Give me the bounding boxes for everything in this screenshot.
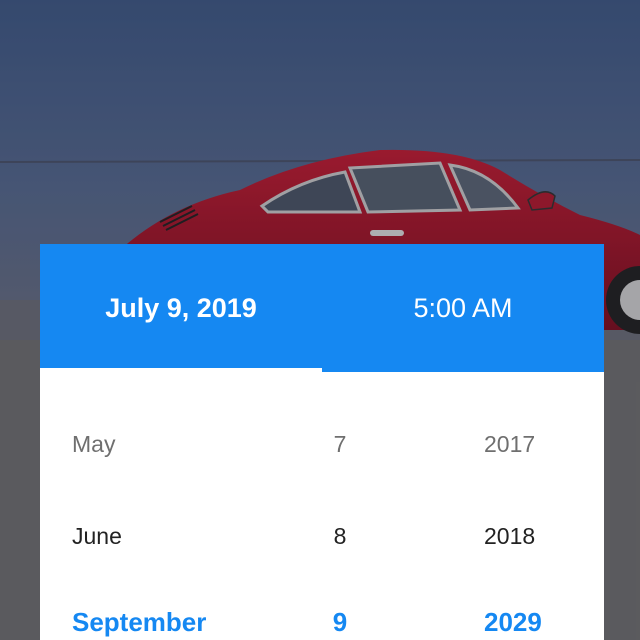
day-option[interactable]: 8 (332, 516, 348, 556)
date-wheel[interactable]: May 7 2017 June 8 2018 September 9 2029 (40, 372, 604, 640)
month-option[interactable]: June (72, 516, 122, 556)
wheel-row: June 8 2018 (40, 516, 604, 556)
wheel-row-selected: September 9 2029 (40, 602, 604, 640)
year-option[interactable]: 2017 (484, 424, 535, 464)
year-option-selected[interactable]: 2029 (484, 602, 542, 640)
selected-date-label: July 9, 2019 (105, 292, 257, 323)
year-option[interactable]: 2018 (484, 516, 535, 556)
date-time-picker: July 9, 2019 5:00 AM May 7 2017 June 8 2… (40, 244, 604, 640)
day-option-selected[interactable]: 9 (332, 602, 348, 640)
selected-time-label: 5:00 AM (413, 292, 513, 323)
day-option[interactable]: 7 (332, 424, 348, 464)
tab-time[interactable]: 5:00 AM (322, 244, 604, 372)
month-option-selected[interactable]: September (72, 602, 206, 640)
tab-date[interactable]: July 9, 2019 (40, 244, 322, 372)
month-option[interactable]: May (72, 424, 115, 464)
picker-header: July 9, 2019 5:00 AM (40, 244, 604, 372)
screen: July 9, 2019 5:00 AM May 7 2017 June 8 2… (0, 0, 640, 640)
wheel-row: May 7 2017 (40, 424, 604, 464)
